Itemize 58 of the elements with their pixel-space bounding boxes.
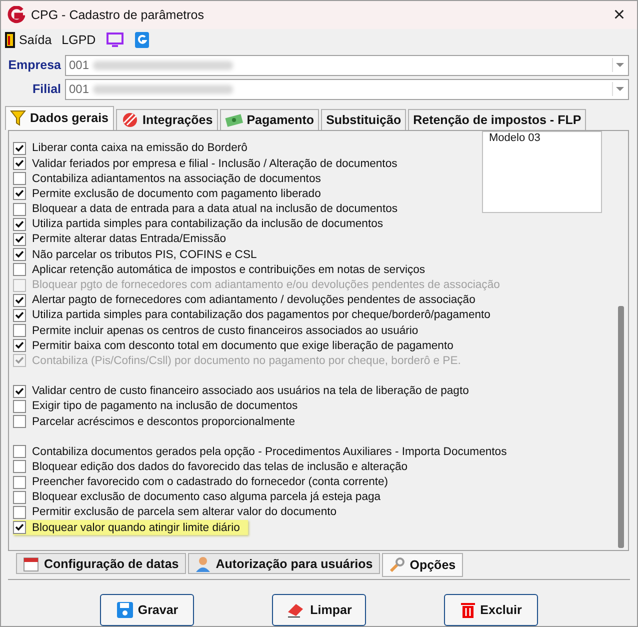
option-checkbox[interactable]: Exigir tipo de pagamento na inclusão de documentos — [13, 398, 306, 414]
option-checkbox[interactable]: Permitir baixa com desconto total em documento que exige liberação de pagamento — [13, 338, 462, 354]
checkmark-icon — [15, 523, 24, 532]
tab[interactable]: Dados gerais — [5, 106, 114, 130]
option-checkbox[interactable]: Bloquear exclusão de documento caso alguma parcela já esteja paga — [13, 490, 389, 505]
tab[interactable]: Substituição — [321, 108, 406, 130]
funnel-icon — [10, 110, 26, 126]
option-checkbox[interactable]: Liberar conta caixa na emissão do Borderô — [13, 140, 256, 156]
action-button[interactable]: Gravar — [100, 594, 194, 626]
option-checkbox[interactable]: Utiliza partida simples para contabilização dos pagamentos por cheque/borderô/pagamento — [13, 308, 498, 323]
checkmark-icon — [15, 189, 24, 198]
door-icon — [5, 32, 15, 48]
app-logo-icon — [7, 6, 25, 24]
calendar-icon — [23, 556, 39, 572]
wrench-icon — [388, 557, 405, 574]
tab[interactable]: Pagamento — [220, 108, 320, 130]
option-checkbox[interactable]: Preencher favorecido com o cadastrado do fornecedor (conta corrente) — [13, 474, 396, 490]
lgpd-button[interactable]: LGPD — [62, 32, 96, 47]
tab[interactable]: Configuração de datas — [16, 553, 186, 574]
option-checkbox[interactable]: Utiliza partida simples para contabilização da inclusão de documentos — [13, 216, 392, 232]
dropdown-field[interactable]: 001 — [65, 78, 629, 100]
option-checkbox[interactable]: Não parcelar os tributos PIS, COFINS e CSL — [13, 247, 265, 262]
tab[interactable]: Autorização para usuários — [188, 553, 380, 574]
trash-icon — [460, 601, 476, 619]
tab[interactable]: Retenção de impostos - FLP — [408, 108, 586, 130]
option-checkbox[interactable]: Aplicar retenção automática de impostos e contribuições em notas de serviços — [13, 262, 434, 278]
option-checkbox[interactable]: Parcelar acréscimos e descontos proporcionalmente — [13, 414, 304, 430]
field-label: Filial — [32, 82, 61, 96]
option-checkbox[interactable]: Permite exclusão de documento com pagamento liberado — [13, 186, 329, 202]
option-checkbox[interactable]: Bloquear valor quando atingir limite diário — [13, 520, 248, 536]
option-checkbox[interactable]: Contabiliza adiantamentos na associação de documentos — [13, 171, 329, 186]
monitor-icon[interactable] — [106, 32, 124, 48]
option-checkbox[interactable]: Permite incluir apenas os centros de custo financeiros associados ao usuário — [13, 322, 426, 338]
dropdown-field[interactable]: 001 — [65, 54, 629, 76]
book-logo-icon[interactable] — [134, 30, 150, 49]
option-checkbox[interactable]: Bloquear a data de entrada para a data atual na inclusão de documentos — [13, 201, 406, 217]
exit-button[interactable]: Saída — [5, 32, 52, 48]
model-list[interactable]: Modelo 03 — [482, 130, 602, 213]
list-item[interactable]: Modelo 03 — [483, 132, 601, 144]
option-checkbox[interactable]: Alertar pagto de fornecedores com adiantamento / devoluções pendentes de associação — [13, 292, 484, 308]
option-checkbox[interactable]: Permite alterar datas Entrada/Emissão — [13, 232, 234, 248]
tab[interactable]: Opções — [382, 553, 463, 578]
action-button[interactable]: Excluir — [444, 594, 538, 626]
window-title: CPG - Cadastro de parâmetros — [31, 8, 205, 22]
tab[interactable]: Integrações — [116, 108, 218, 130]
checkmark-icon — [15, 386, 24, 396]
scroll-thumb[interactable] — [618, 306, 624, 548]
action-button[interactable]: Limpar — [272, 594, 366, 626]
banknote-icon — [224, 112, 243, 128]
option-checkbox[interactable]: Validar centro de custo financeiro associado aos usuários na tela de liberação de pagto — [13, 384, 477, 399]
option-checkbox[interactable]: Contabiliza documentos gerados pela opção - Procedimentos Auxiliares - Importa Documentos — [13, 444, 515, 460]
user-icon — [194, 556, 211, 572]
option-checkbox[interactable]: Validar feriados por empresa e filial - Inclusão / Alteração de documentos — [13, 156, 406, 172]
option-checkbox[interactable]: Bloquear edição dos dados do favorecido das telas de inclusão e alteração — [13, 459, 416, 474]
close-button[interactable]: × — [607, 4, 631, 25]
field-label: Empresa — [7, 58, 61, 72]
option-checkbox[interactable]: Permitir exclusão de parcela sem alterar valor do documento — [13, 504, 345, 520]
striped-circle-icon — [120, 112, 139, 128]
